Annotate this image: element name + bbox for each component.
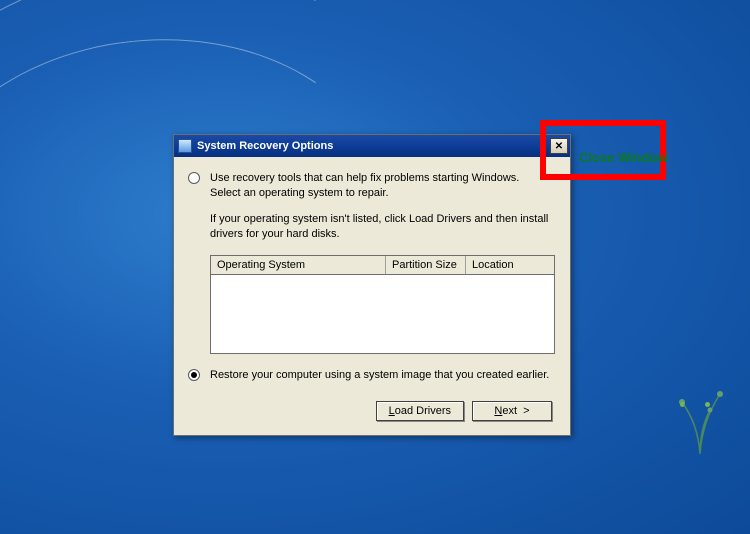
col-os[interactable]: Operating System [211,256,386,274]
col-partition[interactable]: Partition Size [386,256,466,274]
os-list[interactable]: Operating System Partition Size Location [210,255,555,354]
next-button[interactable]: Next > [472,401,552,421]
grid-header: Operating System Partition Size Location [211,256,554,275]
annotation-label: Close Window [579,150,668,165]
close-button[interactable]: ✕ [550,138,568,154]
window-title: System Recovery Options [197,140,550,152]
app-icon [178,139,192,153]
option2-text: Restore your computer using a system ima… [210,368,549,383]
radio-recovery-tools[interactable] [188,172,200,184]
option1-text: Use recovery tools that can help fix pro… [210,171,552,202]
subtext: If your operating system isn't listed, c… [210,212,552,243]
system-recovery-dialog: System Recovery Options ✕ Use recovery t… [173,134,571,436]
decorative-plant [670,382,720,414]
col-location[interactable]: Location [466,256,554,274]
radio-restore-image[interactable] [188,369,200,381]
grid-body [211,275,554,353]
titlebar: System Recovery Options ✕ [174,135,570,157]
load-drivers-button[interactable]: Load Drivers [376,401,464,421]
